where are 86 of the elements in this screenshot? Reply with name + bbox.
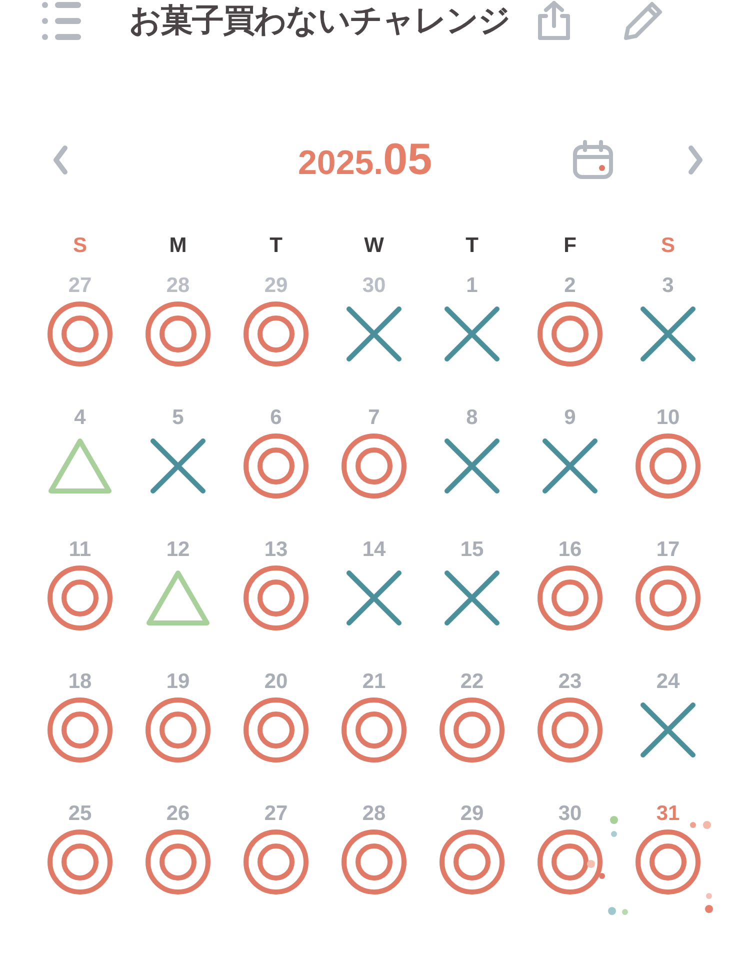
day-number[interactable]: 10 [656,404,680,432]
day-number[interactable]: 23 [558,668,582,696]
cross-mark [150,438,206,494]
double-circle-mark [47,829,113,895]
double-circle-mark [145,301,211,367]
day-number[interactable]: 30 [558,800,582,828]
weekday-label: S [72,234,87,258]
triangle-mark [47,437,113,495]
day-number[interactable]: 8 [466,404,478,432]
calendar-icon[interactable] [572,140,614,180]
double-circle-mark [145,697,211,763]
day-number[interactable]: 27 [264,800,288,828]
double-circle-mark [537,829,603,895]
weekday-label: S [660,234,675,258]
day-number[interactable]: 3 [662,272,674,300]
day-number[interactable]: 27 [68,272,92,300]
day-number[interactable]: 15 [460,536,484,564]
double-circle-mark [47,301,113,367]
month-title: 2025.05 [298,135,432,185]
day-number[interactable]: 16 [558,536,582,564]
day-number[interactable]: 13 [264,536,288,564]
weekday-label: F [564,234,576,258]
double-circle-mark [341,433,407,499]
day-number[interactable]: 7 [368,404,380,432]
cross-mark [444,570,500,626]
day-number[interactable]: 21 [362,668,386,696]
pencil-icon[interactable] [622,0,664,42]
day-number[interactable]: 31 [656,800,680,828]
cross-mark [542,438,598,494]
double-circle-mark [47,697,113,763]
cross-mark [346,306,402,362]
day-number[interactable]: 6 [270,404,282,432]
double-circle-mark [243,433,309,499]
double-circle-mark [243,565,309,631]
day-number[interactable]: 29 [264,272,288,300]
double-circle-mark [243,697,309,763]
day-number[interactable]: 12 [166,536,190,564]
triangle-mark [145,569,211,627]
double-circle-mark [145,829,211,895]
day-number[interactable]: 25 [68,800,92,828]
double-circle-mark [341,829,407,895]
day-number[interactable]: 1 [466,272,478,300]
cross-mark [640,306,696,362]
double-circle-mark [341,697,407,763]
menu-icon[interactable] [41,1,83,41]
day-number[interactable]: 4 [74,404,86,432]
day-number[interactable]: 5 [172,404,184,432]
cross-mark [444,438,500,494]
day-number[interactable]: 17 [656,536,680,564]
day-number[interactable]: 30 [362,272,386,300]
app-title: お菓子買わないチャレンジ [129,0,510,41]
day-number[interactable]: 19 [166,668,190,696]
cross-mark [346,570,402,626]
next-month-icon[interactable] [688,145,704,175]
day-number[interactable]: 28 [166,272,190,300]
day-number[interactable]: 26 [166,800,190,828]
double-circle-mark [635,565,701,631]
double-circle-mark [439,697,505,763]
day-number[interactable]: 24 [656,668,680,696]
day-number[interactable]: 14 [362,536,386,564]
day-number[interactable]: 29 [460,800,484,828]
double-circle-mark [537,697,603,763]
double-circle-mark [243,301,309,367]
double-circle-mark [439,829,505,895]
weekday-label: W [364,234,384,258]
weekday-label: T [466,234,478,258]
day-number[interactable]: 22 [460,668,484,696]
day-number[interactable]: 11 [68,536,92,564]
weekday-label: T [270,234,282,258]
double-circle-mark [635,829,701,895]
day-number[interactable]: 28 [362,800,386,828]
confetti-dots [704,892,714,914]
double-circle-mark [537,565,603,631]
day-number[interactable]: 18 [68,668,92,696]
day-number[interactable]: 2 [564,272,576,300]
double-circle-mark [537,301,603,367]
day-number[interactable]: 20 [264,668,288,696]
confetti-dots [689,820,712,830]
previous-month-icon[interactable] [52,145,68,175]
double-circle-mark [243,829,309,895]
cross-mark [444,306,500,362]
cross-mark [640,702,696,758]
double-circle-mark [47,565,113,631]
day-number[interactable]: 9 [564,404,576,432]
double-circle-mark [635,433,701,499]
weekday-label: M [169,234,187,258]
